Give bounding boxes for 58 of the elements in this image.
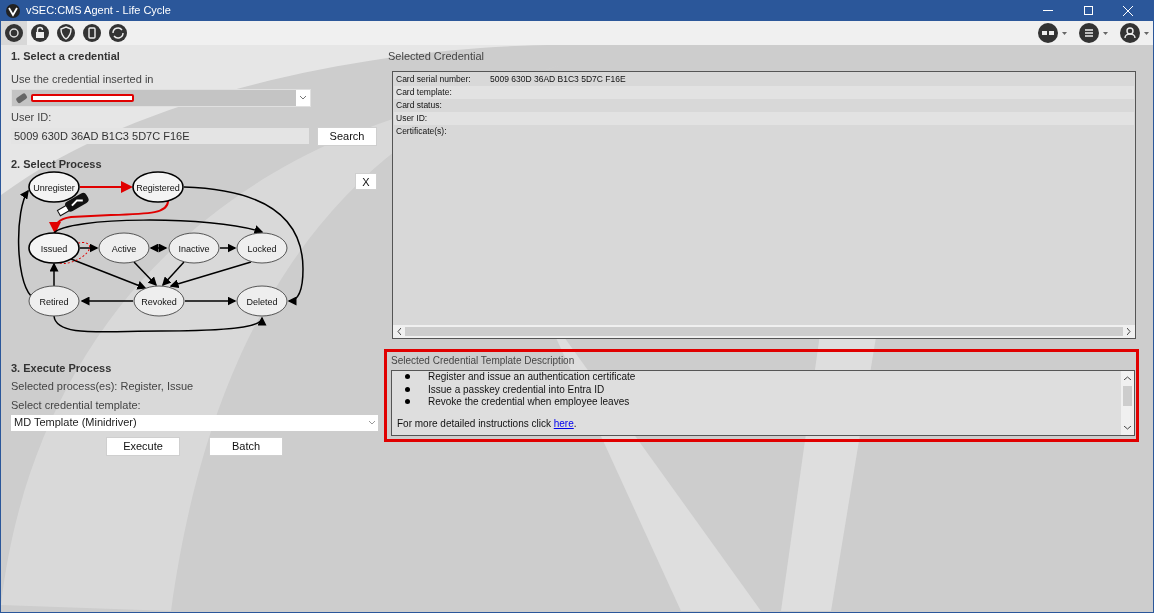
state-node[interactable]: Active bbox=[98, 232, 150, 264]
field-value: 5009 630D 36AD B1C3 5D7C F16E bbox=[490, 72, 626, 86]
user-menu-icon[interactable] bbox=[1120, 23, 1149, 43]
chevron-down-icon bbox=[369, 420, 375, 425]
window-title: vSEC:CMS Agent - Life Cycle bbox=[26, 3, 171, 19]
section-heading: 1. Select a credential bbox=[11, 49, 121, 64]
instructions-text: For more detailed instructions click here. bbox=[397, 417, 578, 431]
vertical-scrollbar[interactable] bbox=[1121, 370, 1134, 435]
field-label: User ID: bbox=[11, 110, 53, 125]
scroll-down-icon[interactable] bbox=[1124, 425, 1131, 430]
scroll-right-icon[interactable] bbox=[1127, 327, 1131, 335]
help-link[interactable]: here bbox=[553, 418, 574, 429]
field-label: Card status: bbox=[396, 98, 443, 112]
transition-arrow bbox=[79, 243, 99, 253]
horizontal-scrollbar[interactable] bbox=[393, 324, 1135, 338]
bullet-icon bbox=[405, 386, 410, 392]
state-node[interactable]: Locked bbox=[236, 232, 288, 264]
section-heading: 3. Execute Process bbox=[11, 361, 113, 376]
section-heading: 2. Select Process bbox=[11, 156, 103, 172]
usb-stick-icon bbox=[56, 191, 90, 217]
transition-arrow bbox=[80, 296, 134, 306]
bullet-icon bbox=[405, 374, 410, 380]
list-menu-icon[interactable] bbox=[1079, 23, 1108, 43]
template-dropdown[interactable]: MD Template (Minidriver) bbox=[11, 414, 378, 431]
panel-title: Selected Credential Template Description bbox=[391, 353, 576, 368]
state-node[interactable]: Retired bbox=[28, 285, 80, 317]
state-node[interactable]: Issued bbox=[28, 232, 80, 264]
search-button[interactable]: Search bbox=[317, 126, 377, 146]
selected-processes-text: Selected process(es): Register, Issue bbox=[11, 378, 195, 394]
state-node[interactable]: Registered bbox=[132, 171, 184, 203]
field-label: Select credential template: bbox=[11, 398, 142, 413]
state-node[interactable]: Revoked bbox=[133, 285, 185, 317]
field-label: Certificate(s): bbox=[396, 124, 448, 138]
transition-arrow bbox=[49, 262, 59, 287]
app-logo-icon bbox=[6, 3, 20, 18]
action-button[interactable]: Batch bbox=[209, 436, 283, 456]
state-node[interactable]: Unregister bbox=[28, 171, 80, 203]
chevron-down-icon bbox=[296, 90, 310, 106]
field-label: Card template: bbox=[396, 85, 453, 99]
transition-arrow bbox=[149, 243, 168, 253]
transition-arrow bbox=[79, 181, 133, 193]
panel-title: Selected Credential bbox=[388, 49, 485, 64]
scroll-left-icon[interactable] bbox=[397, 327, 401, 335]
bullet-text: Revoke the credential when employee leaves bbox=[428, 395, 630, 410]
bullet-text: Register and issue an authentication certificate bbox=[428, 370, 636, 385]
user-id-field[interactable]: 5009 630D 36AD B1C3 5D7C F16E bbox=[11, 128, 309, 144]
state-node[interactable]: Deleted bbox=[236, 285, 288, 317]
reader-dropdown[interactable] bbox=[11, 89, 311, 107]
usb-stick-icon bbox=[15, 92, 29, 104]
field-label: Card serial number: bbox=[396, 72, 472, 86]
glasses-menu-icon[interactable] bbox=[1038, 23, 1067, 43]
field-label: Use the credential inserted in bbox=[11, 71, 155, 87]
scroll-up-icon[interactable] bbox=[1124, 375, 1131, 380]
state-node[interactable]: Inactive bbox=[168, 232, 220, 264]
bullet-text: Issue a passkey credential into Entra ID bbox=[428, 382, 605, 397]
close-button[interactable]: X bbox=[355, 173, 377, 190]
bullet-icon bbox=[405, 399, 410, 405]
field-label: User ID: bbox=[396, 111, 429, 125]
